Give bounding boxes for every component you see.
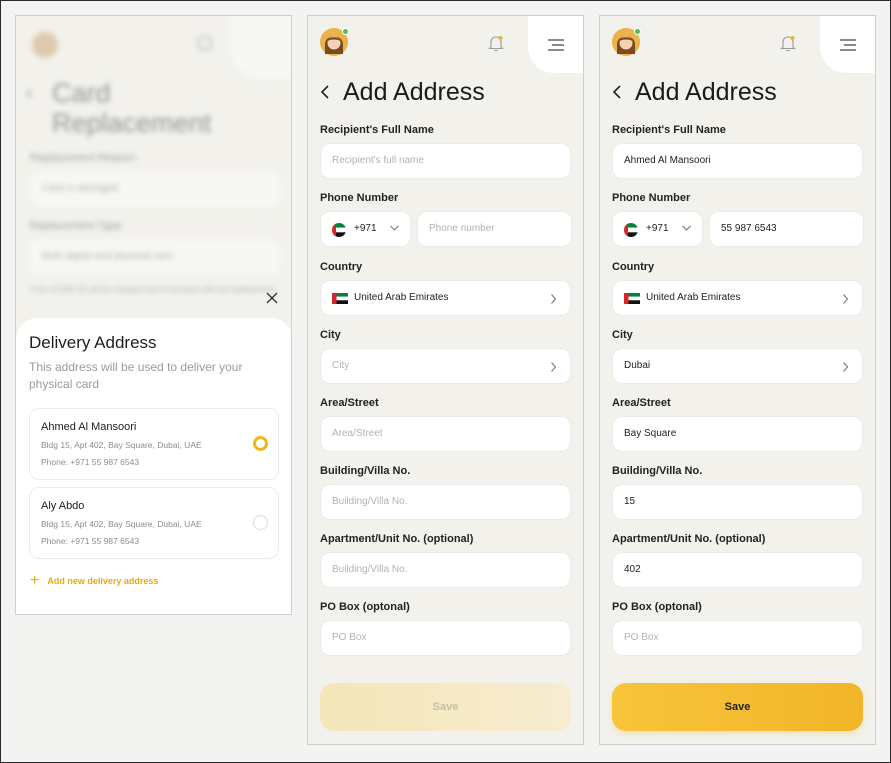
chevron-right-icon: [551, 362, 557, 372]
add-new-address-button[interactable]: + Add new delivery address: [30, 572, 159, 589]
address-line: Bldg 15, Apt 402, Bay Square, Dubai, UAE: [41, 440, 202, 450]
address-name: Aly Abdo: [41, 500, 85, 512]
country-select[interactable]: United Arab Emirates: [320, 280, 571, 316]
address-radio[interactable]: [253, 515, 268, 530]
add-new-address-label: Add new delivery address: [47, 576, 159, 586]
apartment-label: Apartment/Unit No. (optional): [612, 533, 766, 545]
building-input[interactable]: Building/Villa No.: [320, 484, 571, 520]
city-select[interactable]: City: [320, 348, 571, 384]
country-code-select[interactable]: +971: [612, 211, 703, 247]
menu-icon[interactable]: [546, 38, 566, 52]
apartment-input[interactable]: 402: [612, 552, 863, 588]
avatar: [32, 32, 58, 58]
close-icon: [266, 292, 278, 304]
city-label: City: [320, 329, 341, 341]
country-label: Country: [320, 261, 363, 273]
area-input[interactable]: Bay Square: [612, 416, 863, 452]
avatar[interactable]: [320, 28, 349, 56]
uae-flag-icon: [624, 223, 638, 237]
country-value: United Arab Emirates: [354, 292, 449, 303]
full-name-label: Recipient's Full Name: [612, 124, 726, 136]
chevron-down-icon: [390, 225, 399, 231]
address-phone: Phone: +971 55 987 6543: [41, 457, 140, 467]
save-button[interactable]: Save: [612, 683, 863, 731]
fee-note: A fee of AED 25 will be charged now to p…: [30, 285, 276, 294]
country-label: Country: [612, 261, 655, 273]
city-select[interactable]: Dubai: [612, 348, 863, 384]
area-label: Area/Street: [320, 397, 379, 409]
city-value: Dubai: [624, 360, 651, 371]
type-label: Replacement Type: [30, 220, 122, 232]
po-box-input[interactable]: PO Box: [612, 620, 863, 656]
country-code-select[interactable]: +971: [320, 211, 411, 247]
building-input[interactable]: 15: [612, 484, 863, 520]
chevron-right-icon: [843, 362, 849, 372]
building-label: Building/Villa No.: [320, 465, 411, 477]
full-name-input[interactable]: Ahmed Al Mansoori: [612, 143, 863, 179]
phone-label: Phone Number: [612, 192, 691, 204]
apartment-label: Apartment/Unit No. (optional): [320, 533, 474, 545]
chevron-down-icon: [682, 225, 691, 231]
page-title: Add Address: [635, 78, 777, 106]
full-name-input[interactable]: Recipient's full name: [320, 143, 571, 179]
page-title: Card Replacement: [52, 78, 212, 138]
po-box-input[interactable]: PO Box: [320, 620, 571, 656]
back-icon: ‹: [26, 82, 33, 104]
apartment-input[interactable]: Building/Villa No.: [320, 552, 571, 588]
uae-flag-icon: [624, 293, 640, 304]
address-name: Ahmed Al Mansoori: [41, 421, 137, 433]
page-title: Add Address: [343, 78, 485, 106]
country-code: +971: [646, 223, 669, 234]
avatar[interactable]: [612, 28, 641, 56]
blurred-background: ‹ Card Replacement Replacement Reason Ca…: [16, 16, 291, 326]
address-card-aly[interactable]: Aly Abdo Bldg 15, Apt 402, Bay Square, D…: [29, 487, 279, 559]
bell-icon: [198, 36, 212, 50]
bell-icon[interactable]: [488, 34, 504, 52]
area-label: Area/Street: [612, 397, 671, 409]
online-status-dot: [342, 28, 349, 35]
address-phone: Phone: +971 55 987 6543: [41, 536, 140, 546]
full-name-label: Recipient's Full Name: [320, 124, 434, 136]
po-box-label: PO Box (optonal): [320, 601, 410, 613]
delivery-address-sheet: Delivery Address This address will be us…: [16, 318, 291, 614]
close-sheet-button[interactable]: [262, 288, 282, 308]
back-icon[interactable]: [318, 82, 332, 102]
delivery-address-screen: ‹ Card Replacement Replacement Reason Ca…: [15, 15, 292, 615]
address-card-ahmed[interactable]: Ahmed Al Mansoori Bldg 15, Apt 402, Bay …: [29, 408, 279, 480]
online-status-dot: [634, 28, 641, 35]
phone-input[interactable]: 55 987 6543: [709, 211, 864, 247]
address-line: Bldg 15, Apt 402, Bay Square, Dubai, UAE: [41, 519, 202, 529]
add-address-empty-screen: Add Address Recipient's Full Name Recipi…: [307, 15, 584, 745]
sheet-title: Delivery Address: [29, 333, 157, 352]
phone-label: Phone Number: [320, 192, 399, 204]
country-value: United Arab Emirates: [646, 292, 741, 303]
back-icon[interactable]: [610, 82, 624, 102]
type-field: Both digital and physical card: [30, 240, 280, 274]
sheet-subtitle: This address will be used to deliver you…: [29, 360, 243, 391]
plus-icon: +: [30, 572, 40, 589]
po-box-label: PO Box (optonal): [612, 601, 702, 613]
bell-icon[interactable]: [780, 34, 796, 52]
save-button-disabled[interactable]: Save: [320, 683, 571, 731]
menu-icon[interactable]: [838, 38, 858, 52]
reason-label: Replacement Reason: [30, 152, 136, 164]
country-code: +971: [354, 223, 377, 234]
chevron-right-icon: [551, 294, 557, 304]
reason-field: Card is damaged: [30, 172, 280, 206]
address-radio-selected[interactable]: [253, 436, 268, 451]
area-input[interactable]: Area/Street: [320, 416, 571, 452]
phone-input[interactable]: Phone number: [417, 211, 572, 247]
building-label: Building/Villa No.: [612, 465, 703, 477]
city-placeholder: City: [332, 360, 350, 371]
city-label: City: [612, 329, 633, 341]
menu-corner: [231, 16, 291, 78]
chevron-right-icon: [843, 294, 849, 304]
uae-flag-icon: [332, 223, 346, 237]
country-select[interactable]: United Arab Emirates: [612, 280, 863, 316]
uae-flag-icon: [332, 293, 348, 304]
add-address-filled-screen: Add Address Recipient's Full Name Ahmed …: [599, 15, 876, 745]
